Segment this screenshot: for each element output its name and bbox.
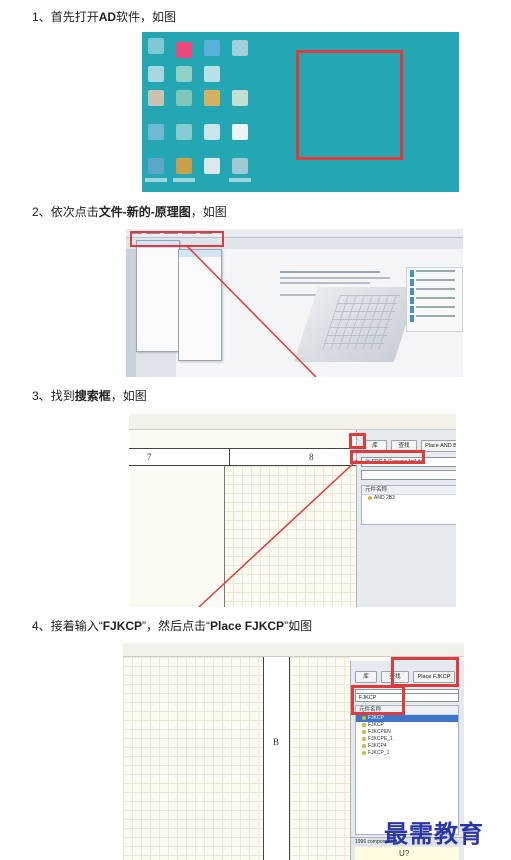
desktop-icon[interactable] <box>148 158 164 174</box>
desktop-icon[interactable] <box>232 40 248 56</box>
desktop-icon[interactable] <box>148 90 164 106</box>
list-item[interactable]: FJKCP4 <box>356 743 458 750</box>
library-search-screenshot: 7 8 库 查找 Place AND B ▣ FPGA Generic.IntL… <box>129 414 456 607</box>
step-2-caption: 2、依次点击文件-新的-原理图，如图 <box>32 205 227 219</box>
schematic-grid <box>123 657 263 860</box>
desktop-icon[interactable] <box>232 90 248 106</box>
highlight-box <box>351 685 405 715</box>
desktop-icon[interactable] <box>148 38 164 54</box>
desktop-icon[interactable] <box>204 40 220 56</box>
row-label-b: B <box>273 737 280 747</box>
altium-file-menu-screenshot <box>126 229 463 377</box>
desktop-icon[interactable] <box>176 124 192 140</box>
desktop-icon[interactable] <box>176 42 192 58</box>
desktop-icon[interactable] <box>204 158 220 174</box>
icon-label-blur <box>145 178 167 182</box>
icon-label-blur <box>173 178 195 182</box>
desktop-icon[interactable] <box>148 66 164 82</box>
highlight-box <box>296 50 403 160</box>
highlight-box <box>391 657 459 687</box>
desktop-screenshot <box>142 32 459 192</box>
desktop-icon[interactable] <box>232 124 248 140</box>
desktop-icon[interactable] <box>176 66 192 82</box>
step-1-caption: 1、首先打开AD软件，如图 <box>32 10 177 24</box>
desktop-icon[interactable] <box>176 158 192 174</box>
schematic-grid <box>290 657 350 860</box>
desktop-icon[interactable] <box>232 158 248 174</box>
desktop-icon[interactable] <box>204 90 220 106</box>
icon-label-blur <box>229 178 251 182</box>
list-item[interactable]: FJKCP <box>356 722 458 729</box>
list-item[interactable]: FJKCP_1 <box>356 750 458 757</box>
desktop-icon[interactable] <box>148 124 164 140</box>
step-3-caption: 3、找到搜索框，如图 <box>32 389 147 403</box>
list-item[interactable]: FJKCPEN <box>356 729 458 736</box>
pointer-arrow <box>198 459 358 607</box>
list-item[interactable]: FJKCPE_1 <box>356 736 458 743</box>
step-4-caption: 4、接着输入“FJKCP”，然后点击“Place FJKCP”如图 <box>32 619 313 633</box>
watermark-logo: 最需教育 <box>384 819 484 848</box>
desktop-icon[interactable] <box>204 66 220 82</box>
desktop-icon[interactable] <box>204 124 220 140</box>
list-item[interactable]: FJKCP <box>356 715 458 722</box>
component-ref: U? <box>399 849 410 858</box>
desktop-icon[interactable] <box>176 90 192 106</box>
pointer-arrow <box>185 244 317 377</box>
libraries-button[interactable]: 库 <box>355 671 377 683</box>
